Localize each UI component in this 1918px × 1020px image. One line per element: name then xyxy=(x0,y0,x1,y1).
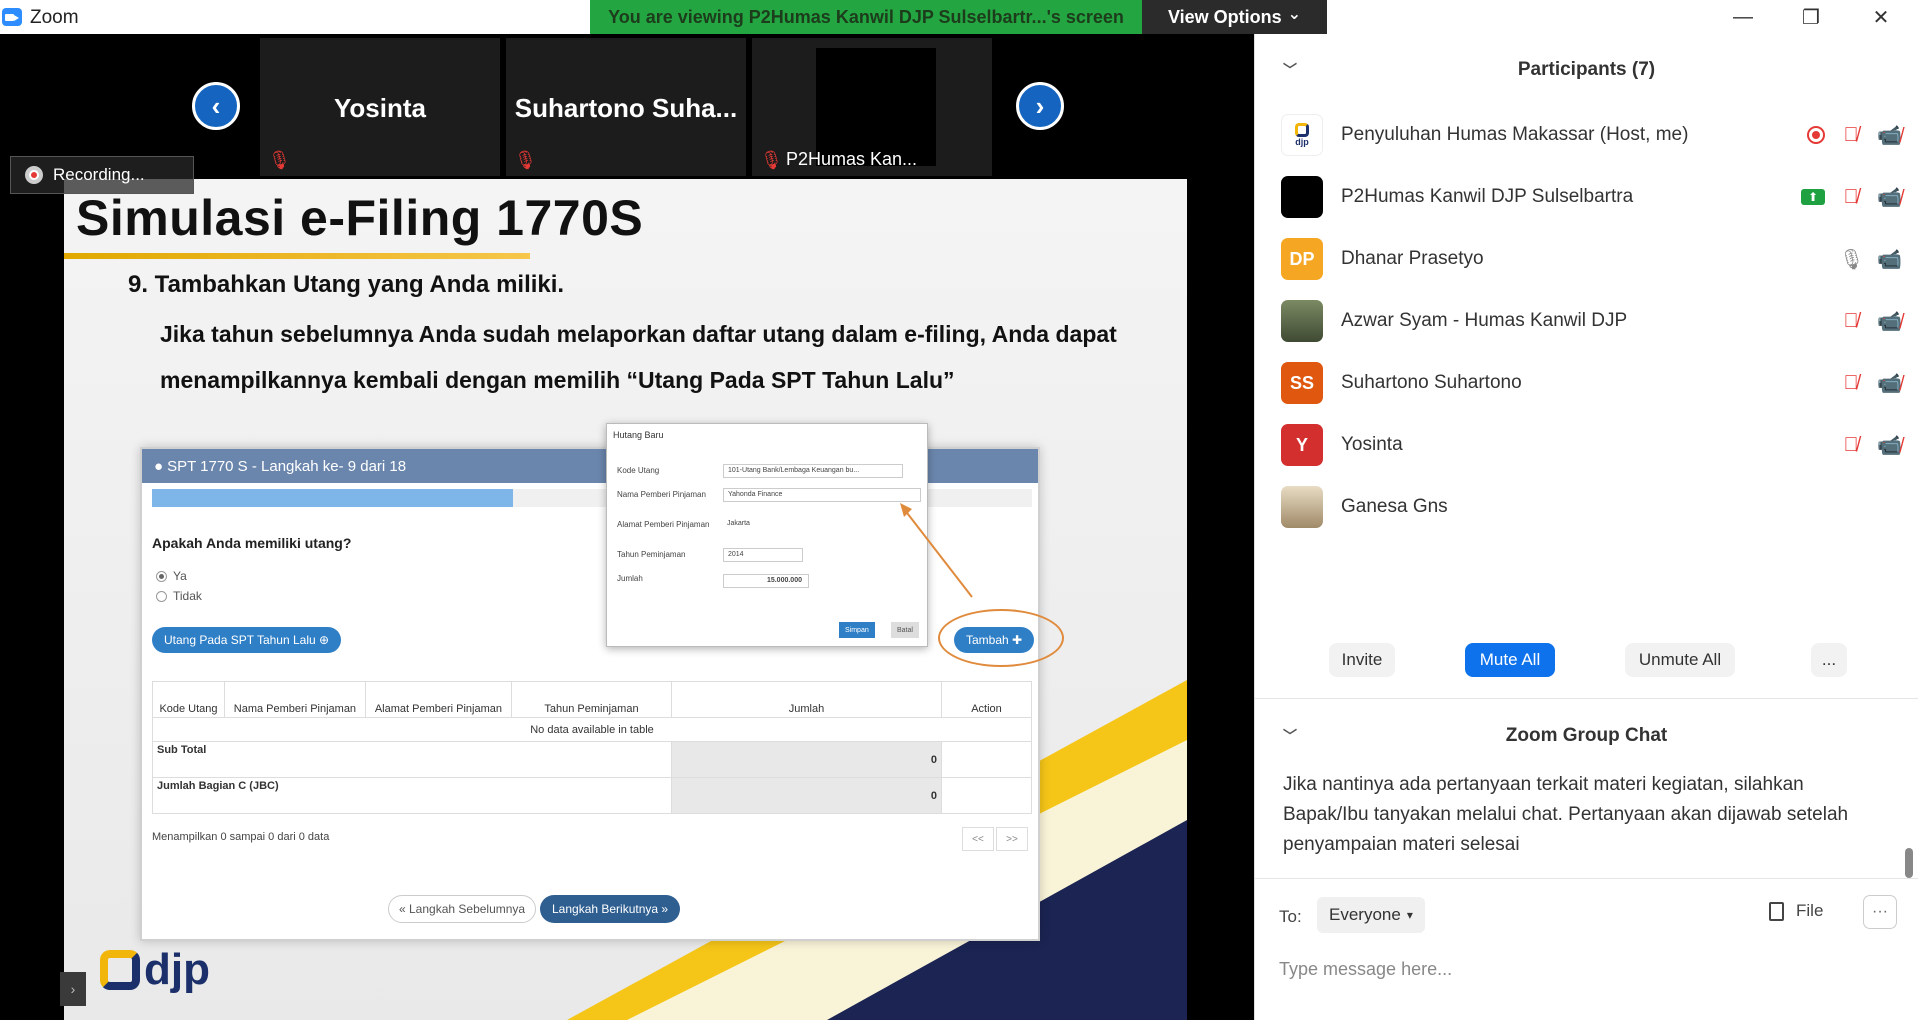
participant-row[interactable]: Ganesa Gns xyxy=(1281,482,1901,532)
chat-more-button[interactable]: ··· xyxy=(1863,895,1897,929)
participant-name: Azwar Syam - Humas Kanwil DJP xyxy=(1341,310,1628,331)
more-options-button[interactable]: ... xyxy=(1811,643,1847,677)
participant-status: 🎙̸ 📹̸ xyxy=(1839,296,1902,346)
video-off-icon[interactable]: 📹̸ xyxy=(1877,185,1902,210)
collapse-participants-icon[interactable]: ﹀ xyxy=(1283,60,1297,80)
participant-status: 🎙̸ 📹̸ xyxy=(1839,358,1902,408)
participants-title: Participants (7) xyxy=(1517,59,1656,80)
mic-icon[interactable]: 🎙 xyxy=(1839,247,1864,272)
avatar xyxy=(1281,300,1323,342)
tile-name: Yosinta xyxy=(334,93,426,123)
restore-button[interactable]: ❐ xyxy=(1786,2,1836,32)
participant-name: Dhanar Prasetyo xyxy=(1341,248,1484,269)
view-options-label: View Options xyxy=(1167,6,1282,27)
invite-button[interactable]: Invite xyxy=(1329,643,1395,677)
screen-share-icon: ⬆ xyxy=(1801,189,1825,205)
tile-name: Suhartono Suha... xyxy=(514,93,738,123)
divider xyxy=(1255,698,1918,699)
avatar: SS xyxy=(1281,362,1323,404)
video-off-icon[interactable]: 📹̸ xyxy=(1877,309,1902,334)
video-tile-p2humas[interactable]: 🎙 P2Humas Kan... xyxy=(752,38,992,176)
djp-logo-icon xyxy=(100,950,140,990)
video-tile-yosinta[interactable]: Yosinta 🎙 xyxy=(260,38,500,176)
participant-name: Yosinta xyxy=(1341,434,1403,455)
strip-prev-button[interactable]: ‹ xyxy=(192,82,240,130)
avatar: DP xyxy=(1281,238,1323,280)
participant-name: Suhartono Suhartono xyxy=(1341,372,1522,393)
participant-name: Penyuluhan Humas Makassar (Host, me) xyxy=(1341,124,1689,145)
avatar xyxy=(1281,486,1323,528)
participant-row[interactable]: djp Penyuluhan Humas Makassar (Host, me)… xyxy=(1281,110,1902,160)
djp-logo-text: djp xyxy=(144,945,210,994)
mic-muted-icon[interactable]: 🎙̸ xyxy=(1839,310,1863,333)
chevron-down-icon: ▾ xyxy=(1406,908,1413,922)
video-icon[interactable]: 📹 xyxy=(1877,247,1902,272)
mic-muted-icon: 🎙 xyxy=(268,150,291,170)
mic-muted-icon[interactable]: 🎙̸ xyxy=(1839,434,1863,457)
participant-status: 🎙 📹 xyxy=(1839,234,1902,284)
participant-status: 🎙̸ 📹̸ xyxy=(1839,420,1902,470)
video-tile-suhartono[interactable]: Suhartono Suha... 🎙 xyxy=(506,38,746,176)
avatar: Y xyxy=(1281,424,1323,466)
chevron-right-icon: › xyxy=(1035,90,1045,121)
chevron-left-icon: ‹ xyxy=(211,90,221,121)
chevron-down-icon: ⌄ xyxy=(1287,6,1302,23)
close-button[interactable]: ✕ xyxy=(1856,2,1906,32)
mic-muted-icon: 🎙 xyxy=(760,150,783,170)
avatar xyxy=(1281,176,1323,218)
participant-row[interactable]: Y Yosinta 🎙̸ 📹̸ xyxy=(1281,420,1902,470)
chat-message: Jika nantinya ada pertanyaan terkait mat… xyxy=(1283,774,1849,855)
video-off-icon[interactable]: 📹̸ xyxy=(1877,371,1902,396)
participant-row[interactable]: DP Dhanar Prasetyo 🎙 📹 xyxy=(1281,234,1902,284)
strip-next-button[interactable]: › xyxy=(1016,82,1064,130)
mute-all-button[interactable]: Mute All xyxy=(1465,643,1555,677)
participant-status: 🎙̸ 📹̸ xyxy=(1807,110,1902,160)
chat-scrollbar[interactable] xyxy=(1905,848,1913,878)
zoom-logo-icon xyxy=(2,8,22,26)
avatar: djp xyxy=(1281,114,1323,156)
recording-icon xyxy=(1807,126,1825,144)
mic-muted-icon: 🎙 xyxy=(514,150,537,170)
djp-logo: djp xyxy=(100,945,210,995)
title-bar: Zoom You are viewing P2Humas Kanwil DJP … xyxy=(0,0,1918,34)
recording-indicator[interactable]: Recording... xyxy=(10,156,194,194)
participant-row[interactable]: Azwar Syam - Humas Kanwil DJP 🎙̸ 📹̸ xyxy=(1281,296,1902,346)
collapse-chat-icon[interactable]: ﹀ xyxy=(1283,726,1297,746)
participant-status: ⬆ 🎙̸ 📹̸ xyxy=(1801,172,1902,222)
participant-row[interactable]: SS Suhartono Suhartono 🎙̸ 📹̸ xyxy=(1281,358,1902,408)
recipient-select[interactable]: Everyone ▾ xyxy=(1317,897,1425,933)
chat-header: ﹀ Zoom Group Chat xyxy=(1255,714,1918,758)
shared-slide: Simulasi e-Filing 1770S 9. Tambahkan Uta… xyxy=(64,179,1187,1020)
file-button[interactable]: File xyxy=(1769,901,1823,921)
file-icon xyxy=(1769,901,1784,921)
chat-title: Zoom Group Chat xyxy=(1505,725,1668,746)
view-options-button[interactable]: View Options ⌄ xyxy=(1142,0,1327,34)
message-input[interactable] xyxy=(1279,953,1879,985)
participants-header: ﹀ Participants (7) xyxy=(1255,48,1918,92)
mic-muted-icon[interactable]: 🎙̸ xyxy=(1839,186,1863,209)
minimize-button[interactable]: — xyxy=(1718,2,1768,32)
video-off-icon[interactable]: 📹̸ xyxy=(1877,123,1902,148)
recording-label: Recording... xyxy=(53,165,145,184)
unmute-all-button[interactable]: Unmute All xyxy=(1625,643,1735,677)
tile-label: P2Humas Kan... xyxy=(786,149,918,169)
chat-composer: To: Everyone ▾ File ··· xyxy=(1255,878,1918,1020)
participant-row[interactable]: P2Humas Kanwil DJP Sulselbartra ⬆ 🎙̸ 📹̸ xyxy=(1281,172,1902,222)
file-label: File xyxy=(1796,901,1824,920)
to-label: To: xyxy=(1279,907,1302,926)
screen-share-banner: You are viewing P2Humas Kanwil DJP Sulse… xyxy=(590,0,1142,34)
chevron-right-icon[interactable]: › xyxy=(60,972,86,1006)
participant-name: P2Humas Kanwil DJP Sulselbartra xyxy=(1341,186,1634,207)
banner-text: You are viewing P2Humas Kanwil DJP Sulse… xyxy=(608,6,1124,27)
mic-muted-icon[interactable]: 🎙̸ xyxy=(1839,372,1863,395)
participant-name: Ganesa Gns xyxy=(1341,496,1448,517)
side-panel: ﹀ Participants (7) djp Penyuluhan Humas … xyxy=(1254,34,1918,1020)
mic-muted-icon[interactable]: 🎙̸ xyxy=(1839,124,1863,147)
record-icon xyxy=(25,166,43,184)
recipient-value: Everyone xyxy=(1329,905,1401,924)
app-title: Zoom xyxy=(30,7,79,28)
annotation-arrow xyxy=(900,503,973,598)
video-off-icon[interactable]: 📹̸ xyxy=(1877,433,1902,458)
